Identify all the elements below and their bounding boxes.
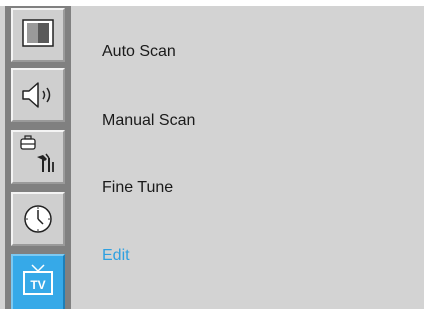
sidebar: TV	[5, 6, 71, 309]
osd-menu: TV Auto Scan Manual Scan Fine Tune Edit	[0, 0, 424, 309]
tab-picture[interactable]	[11, 8, 65, 62]
tab-tv[interactable]: TV	[11, 254, 65, 309]
menu-item-manual-scan[interactable]: Manual Scan	[102, 111, 195, 131]
tab-sound[interactable]	[11, 68, 65, 122]
tv-icon: TV	[23, 264, 53, 295]
tv-icon-label: TV	[30, 278, 45, 292]
menu-item-auto-scan[interactable]: Auto Scan	[102, 42, 176, 62]
speaker-icon	[22, 82, 51, 108]
clock-icon	[24, 205, 52, 233]
tools-icon	[20, 135, 54, 172]
tab-time[interactable]	[11, 192, 65, 246]
menu-item-edit[interactable]: Edit	[102, 246, 130, 266]
menu-panel: Auto Scan Manual Scan Fine Tune Edit	[71, 6, 424, 309]
tab-setup[interactable]	[11, 130, 65, 184]
picture-icon	[22, 19, 54, 47]
menu-item-fine-tune[interactable]: Fine Tune	[102, 178, 173, 198]
